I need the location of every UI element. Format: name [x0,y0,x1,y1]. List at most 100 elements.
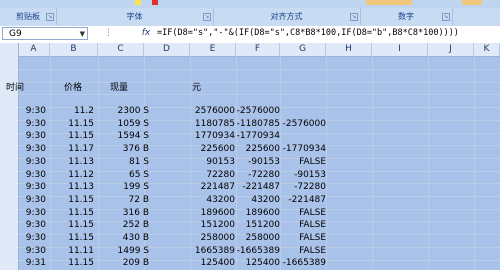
cell-time[interactable]: 9:30 [26,118,46,131]
cell-formula-result[interactable]: FALSE [299,156,326,169]
header-time[interactable]: 时间 [6,82,24,95]
cell-qty[interactable]: 65 S [129,169,149,182]
cell-price[interactable]: 11.15 [68,219,94,232]
cell-yuan[interactable]: 1180785 [195,118,235,131]
cell-qty[interactable]: 376 B [123,143,149,156]
cell-yuan[interactable]: 258000 [201,232,235,245]
select-all-button[interactable] [0,43,19,56]
font-color-icon[interactable] [152,0,158,5]
cell-formula-result[interactable]: -1770934 [283,143,326,156]
cell-signed[interactable]: 43200 [251,194,280,207]
cell-formula-result[interactable]: FALSE [299,245,326,258]
cell-formula-result[interactable]: -221487 [288,194,326,207]
cell-yuan[interactable]: 125400 [201,257,235,270]
cell-formula-result[interactable]: -72280 [294,181,326,194]
cell-price[interactable]: 11.12 [68,169,94,182]
cell-qty[interactable]: 316 B [123,207,149,220]
styles-button[interactable] [462,0,482,5]
cell-formula-result[interactable]: -2576000 [283,118,326,131]
cell-formula-result[interactable]: FALSE [299,207,326,220]
cell-time[interactable]: 9:30 [26,219,46,232]
cell-signed[interactable]: 258000 [246,232,280,245]
cell-formula-result[interactable]: FALSE [299,232,326,245]
header-price[interactable]: 价格 [64,82,82,95]
cell-qty[interactable]: 252 B [123,219,149,232]
cell-yuan[interactable]: 2576000 [195,105,235,118]
cell-qty[interactable]: 72 B [129,194,150,207]
column-header-e[interactable]: E [190,43,236,56]
cell-time[interactable]: 9:30 [26,143,46,156]
cell-price[interactable]: 11.17 [68,143,94,156]
column-header-h[interactable]: H [326,43,372,56]
cell-qty[interactable]: 2300 S [118,105,149,118]
cell-time[interactable]: 9:30 [26,130,46,143]
cell-qty[interactable]: 81 S [129,156,149,169]
cell-price[interactable]: 11.15 [68,118,94,131]
cell-time[interactable]: 9:30 [26,245,46,258]
cell-yuan[interactable]: 151200 [201,219,235,232]
cell-signed[interactable]: -2576000 [237,105,280,118]
cell-signed[interactable]: 189600 [246,207,280,220]
cell-time[interactable]: 9:30 [26,181,46,194]
cell-qty[interactable]: 430 B [123,232,149,245]
chevron-down-icon[interactable]: ▼ [80,28,85,41]
cell-price[interactable]: 11.11 [68,245,94,258]
cell-time[interactable]: 9:30 [26,207,46,220]
cell-yuan[interactable]: 225600 [201,143,235,156]
column-header-c[interactable]: C [98,43,144,56]
cell-yuan[interactable]: 72280 [206,169,235,182]
cell-yuan[interactable]: 221487 [201,181,235,194]
dialog-launcher-icon[interactable]: ↘ [350,13,358,21]
column-header-j[interactable]: J [428,43,474,56]
cell-qty[interactable]: 1499 S [118,245,149,258]
cell-time[interactable]: 9:30 [26,169,46,182]
cell-signed[interactable]: -1770934 [237,130,280,143]
cell-formula-result[interactable]: FALSE [299,219,326,232]
worksheet-grid[interactable]: A B C D E F G H I J K 时间 价格 现量 元 9:30 11.… [0,43,500,270]
cell-formula-result[interactable]: -1665389 [283,257,326,270]
cell-signed[interactable]: 151200 [246,219,280,232]
cell-price[interactable]: 11.15 [68,207,94,220]
cell-yuan[interactable]: 189600 [201,207,235,220]
number-format-button[interactable] [366,0,412,5]
cell-signed[interactable]: -221487 [242,181,280,194]
column-header-i[interactable]: I [372,43,428,56]
header-yuan[interactable]: 元 [192,82,201,95]
formula-bar-grip-icon[interactable]: ⋮ [104,28,113,38]
cell-price[interactable]: 11.13 [68,156,94,169]
cell-price[interactable]: 11.15 [68,130,94,143]
cell-qty[interactable]: 209 B [123,257,149,270]
cell-price[interactable]: 11.15 [68,194,94,207]
cell-qty[interactable]: 199 S [123,181,149,194]
cell-signed[interactable]: -90153 [248,156,280,169]
column-header-k[interactable]: K [474,43,500,56]
cell-signed[interactable]: -1665389 [237,245,280,258]
cell-signed[interactable]: -72280 [248,169,280,182]
dialog-launcher-icon[interactable]: ↘ [442,13,450,21]
cell-time[interactable]: 9:30 [26,194,46,207]
cell-price[interactable]: 11.15 [68,257,94,270]
formula-input[interactable]: =IF(D8="s","-"&(IF(D8="s",C8*B8*100,IF(D… [157,27,497,40]
cell-price[interactable]: 11.2 [74,105,94,118]
name-box[interactable]: G9 ▼ [2,27,88,40]
cell-time[interactable]: 9:30 [26,232,46,245]
column-header-b[interactable]: B [50,43,98,56]
cell-time[interactable]: 9:30 [26,156,46,169]
cell-time[interactable]: 9:31 [26,257,46,270]
dialog-launcher-icon[interactable]: ↘ [203,13,211,21]
cell-price[interactable]: 11.13 [68,181,94,194]
cell-yuan[interactable]: 90153 [206,156,235,169]
cell-yuan[interactable]: 1665389 [195,245,235,258]
cell-qty[interactable]: 1594 S [118,130,149,143]
column-header-g[interactable]: G [280,43,326,56]
dialog-launcher-icon[interactable]: ↘ [46,13,54,21]
column-header-d[interactable]: D [144,43,190,56]
cell-signed[interactable]: 125400 [246,257,280,270]
header-qty[interactable]: 现量 [110,82,128,95]
cell-yuan[interactable]: 43200 [206,194,235,207]
cell-yuan[interactable]: 1770934 [195,130,235,143]
cell-qty[interactable]: 1059 S [118,118,149,131]
cell-formula-result[interactable]: -90153 [294,169,326,182]
column-header-a[interactable]: A [18,43,50,56]
cell-signed[interactable]: 225600 [246,143,280,156]
